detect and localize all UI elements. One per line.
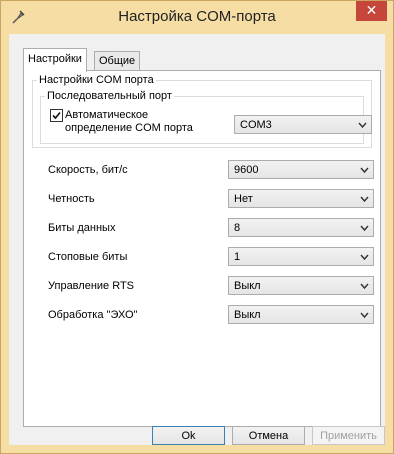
chevron-down-icon (360, 254, 369, 261)
chevron-down-icon (360, 167, 369, 174)
echo-value: Выкл (234, 309, 261, 321)
com-settings-legend: Настройки COM порта (39, 74, 154, 86)
dialog-client: Настройки Общие Настройки COM порта Посл… (9, 34, 385, 445)
data-bits-label: Биты данных (48, 222, 116, 234)
checkmark-icon (52, 111, 61, 120)
chevron-down-icon (360, 312, 369, 319)
auto-detect-checkbox[interactable] (50, 109, 63, 122)
parity-value: Нет (234, 193, 253, 205)
dialog-window: Настройка COM-порта ✕ Настройки Общие На… (0, 0, 394, 454)
serial-port-legend: Последовательный порт (47, 90, 172, 102)
echo-select[interactable]: Выкл (228, 305, 374, 324)
stop-bits-value: 1 (234, 251, 241, 263)
com-port-select[interactable]: COM3 (234, 115, 372, 134)
ok-button[interactable]: Ok (152, 426, 225, 445)
rts-label: Управление RTS (48, 280, 135, 292)
baud-select[interactable]: 9600 (228, 160, 374, 179)
auto-detect-label: Автоматическое определение COM порта (65, 109, 193, 134)
parity-label: Четность (48, 193, 95, 205)
stop-bits-select[interactable]: 1 (228, 247, 374, 266)
tab-settings[interactable]: Настройки (23, 48, 87, 72)
chevron-down-icon (358, 122, 367, 129)
apply-button[interactable]: Применить (312, 426, 385, 445)
parity-select[interactable]: Нет (228, 189, 374, 208)
title-bar[interactable]: Настройка COM-порта ✕ (1, 1, 393, 34)
data-bits-select[interactable]: 8 (228, 218, 374, 237)
chevron-down-icon (360, 283, 369, 290)
chevron-down-icon (360, 196, 369, 203)
plug-icon (9, 8, 27, 26)
tab-page-settings: Настройки COM порта Последовательный пор… (23, 70, 381, 427)
baud-label: Скорость, бит/с (48, 164, 128, 176)
rts-select[interactable]: Выкл (228, 276, 374, 295)
window-title: Настройка COM-порта (118, 8, 276, 25)
chevron-down-icon (360, 225, 369, 232)
tab-general[interactable]: Общие (94, 51, 141, 71)
close-button[interactable]: ✕ (356, 1, 387, 21)
close-icon: ✕ (365, 2, 378, 18)
stop-bits-label: Стоповые биты (48, 251, 128, 263)
echo-label: Обработка "ЭХО" (48, 309, 138, 321)
baud-value: 9600 (234, 164, 259, 176)
data-bits-value: 8 (234, 222, 241, 234)
rts-value: Выкл (234, 280, 261, 292)
com-port-value: COM3 (240, 119, 272, 131)
cancel-button[interactable]: Отмена (232, 426, 305, 445)
